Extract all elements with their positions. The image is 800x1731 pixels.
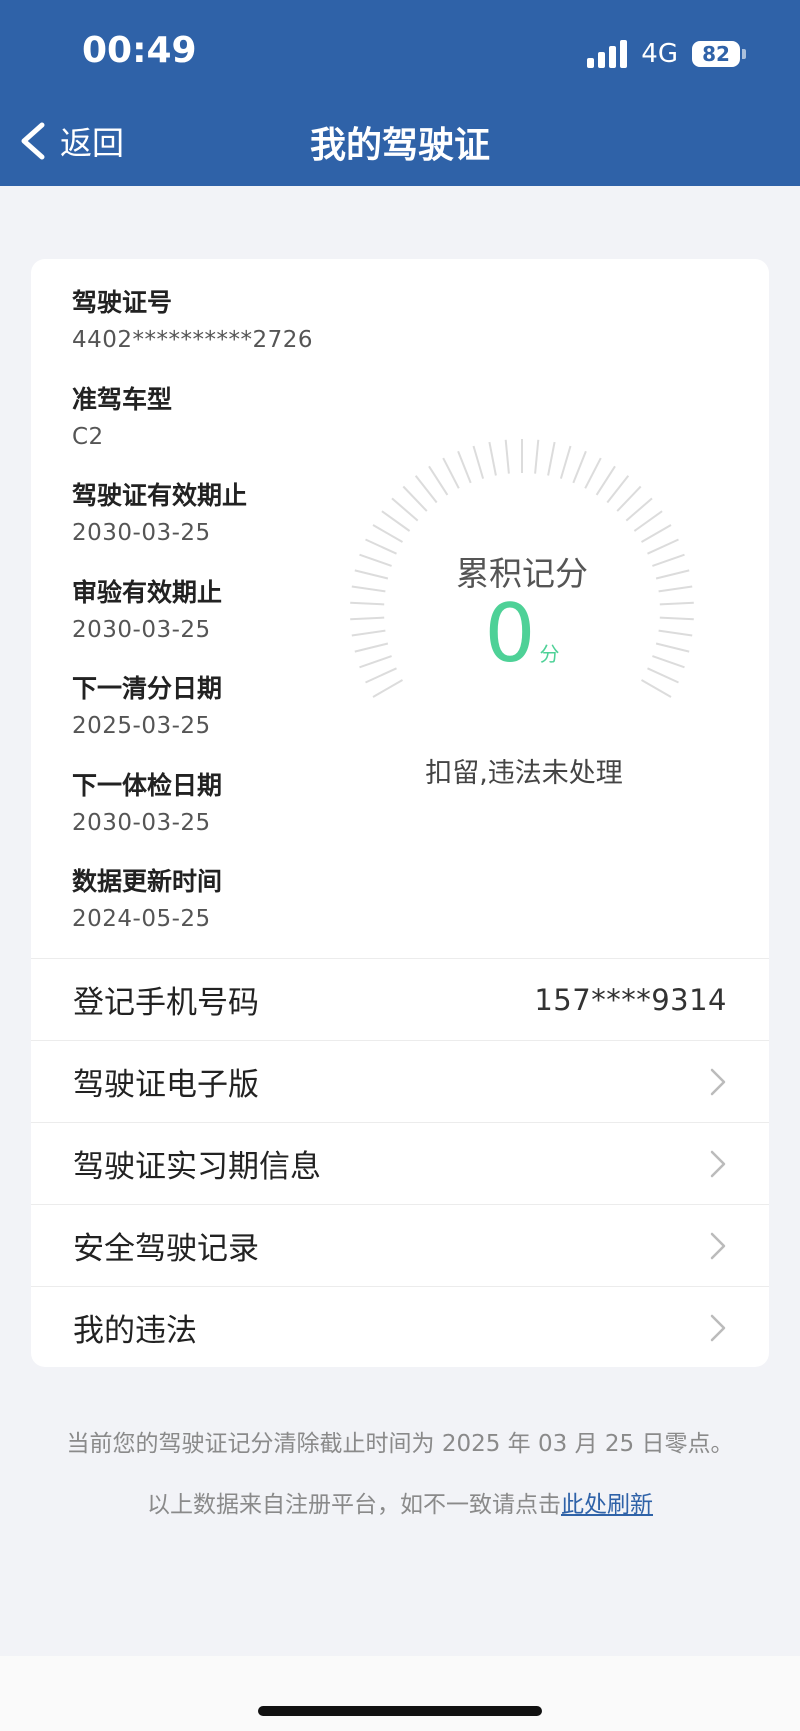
gauge-tick xyxy=(372,524,403,543)
menu-list: 登记手机号码 157****9314 驾驶证电子版 驾驶证实习期信息 安全驾驶记… xyxy=(31,958,769,1368)
row-safe-driving-record[interactable]: 安全驾驶记录 xyxy=(31,1204,769,1286)
data-source-note: 以上数据来自注册平台，如不一致请点击此处刷新 xyxy=(147,1492,653,1518)
gauge-tick xyxy=(504,439,510,474)
points-gauge: 累积记分 0分 xyxy=(342,431,702,731)
gauge-tick xyxy=(606,475,630,504)
phone-number-value: 157****9314 xyxy=(534,982,727,1017)
gauge-tick xyxy=(584,457,602,489)
gauge-tick xyxy=(641,679,672,698)
gauge-tick xyxy=(633,510,663,532)
home-indicator[interactable] xyxy=(258,1706,542,1716)
chevron-right-icon xyxy=(710,1068,726,1095)
signal-icon xyxy=(587,40,628,68)
row-phone-number: 登记手机号码 157****9314 xyxy=(31,958,769,1040)
info-item-data-update-time: 数据更新时间 2024-05-25 xyxy=(72,867,223,932)
chevron-right-icon xyxy=(710,1232,726,1259)
gauge-tick xyxy=(595,465,616,496)
chevron-right-icon xyxy=(710,1150,726,1177)
gauge-tick xyxy=(534,439,540,474)
gauge-tick xyxy=(488,441,497,476)
info-item-license-expiry: 驾驶证有效期止 2030-03-25 xyxy=(72,481,248,546)
bottom-bar xyxy=(0,1656,800,1731)
row-my-violations[interactable]: 我的违法 xyxy=(31,1286,769,1368)
gauge-tick xyxy=(428,465,449,496)
license-info-list: 驾驶证号 4402**********2726 准驾车型 C2 驾驶证有效期止 … xyxy=(72,285,313,961)
status-time: 00:49 xyxy=(82,30,197,71)
gauge-tick xyxy=(391,497,419,522)
info-item-next-checkup-date: 下一体检日期 2030-03-25 xyxy=(72,770,223,836)
gauge-tick xyxy=(572,450,587,484)
header: 00:49 4G 82 返回 我的驾驶证 xyxy=(0,0,800,186)
license-card: 驾驶证号 4402**********2726 准驾车型 C2 驾驶证有效期止 … xyxy=(31,259,769,1367)
score-unit: 分 xyxy=(539,642,560,666)
network-type: 4G xyxy=(641,39,678,69)
status-indicators: 4G 82 xyxy=(587,36,746,72)
gauge-tick xyxy=(414,475,438,504)
info-item-review-expiry: 审验有效期止 2030-03-25 xyxy=(72,577,223,643)
score-value: 0 xyxy=(484,587,536,680)
info-item-license-number: 驾驶证号 4402**********2726 xyxy=(72,288,314,353)
gauge-tick xyxy=(559,445,572,479)
gauge-tick xyxy=(381,510,411,532)
row-probation-info[interactable]: 驾驶证实习期信息 xyxy=(31,1122,769,1204)
row-electronic-license[interactable]: 驾驶证电子版 xyxy=(31,1040,769,1122)
chevron-right-icon xyxy=(710,1314,726,1341)
gauge-tick xyxy=(625,497,653,522)
gauge-status: 扣留,违法未处理 xyxy=(425,758,623,789)
gauge-tick xyxy=(402,485,428,512)
refresh-link[interactable]: 此处刷新 xyxy=(561,1492,653,1518)
info-item-next-clear-date: 下一清分日期 2025-03-25 xyxy=(72,674,223,739)
battery-level: 82 xyxy=(692,41,740,67)
gauge-tick xyxy=(616,485,642,512)
gauge-tick xyxy=(472,445,485,479)
page-title: 我的驾驶证 xyxy=(309,125,490,166)
battery-icon: 82 xyxy=(692,41,746,67)
gauge-score: 0分 xyxy=(342,589,702,679)
gauge-tick xyxy=(641,524,672,543)
info-item-vehicle-class: 准驾车型 C2 xyxy=(72,384,173,450)
gauge-tick xyxy=(372,679,403,698)
gauge-tick xyxy=(442,457,460,489)
gauge-tick xyxy=(457,450,472,484)
gauge-tick xyxy=(547,441,556,476)
points-clear-note: 当前您的驾驶证记分清除截止时间为 2025 年 03 月 25 日零点。 xyxy=(66,1431,734,1457)
